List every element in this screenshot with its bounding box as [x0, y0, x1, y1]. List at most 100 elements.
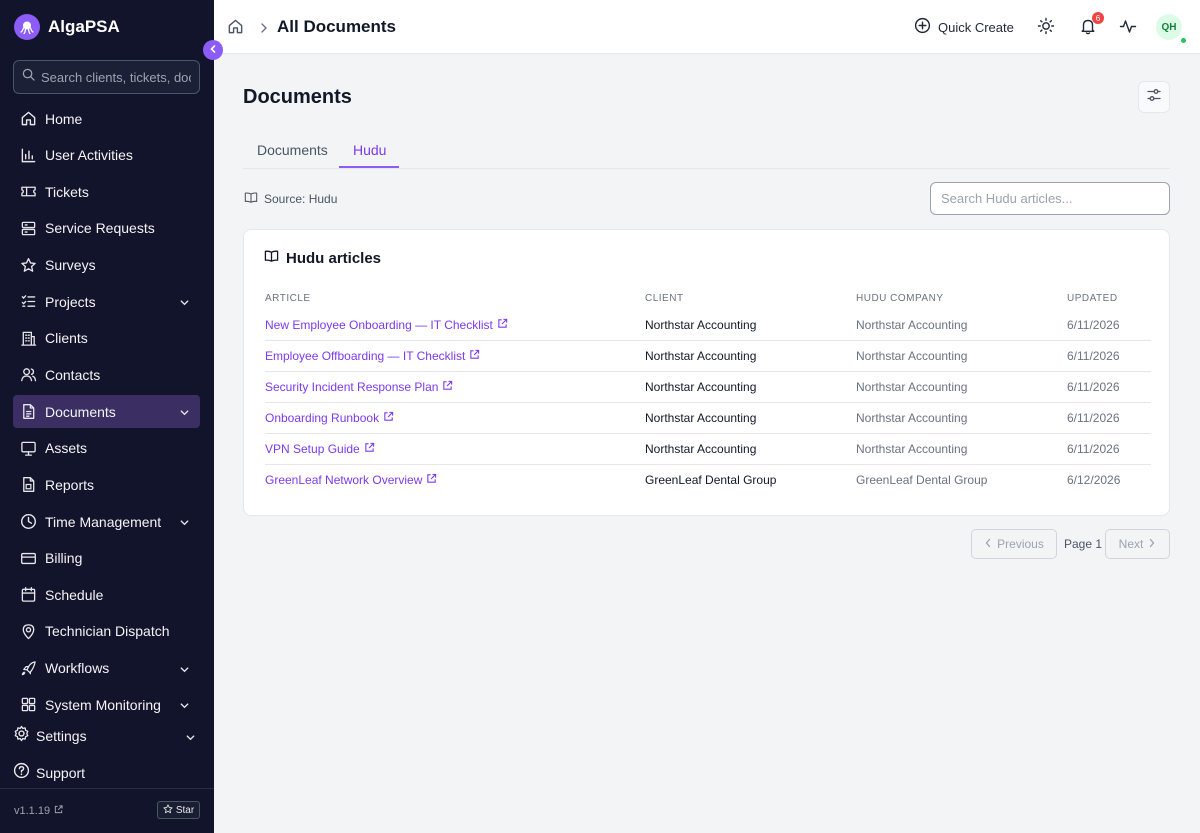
- online-status-dot: [1180, 37, 1187, 44]
- home-icon[interactable]: [227, 18, 244, 40]
- tab-hudu[interactable]: Hudu: [353, 142, 386, 158]
- sidebar-item-label: Service Requests: [45, 220, 155, 237]
- tab-bar: Documents Hudu: [243, 138, 1170, 169]
- brand[interactable]: AlgaPSA: [14, 13, 120, 41]
- book-open-icon: [244, 191, 258, 207]
- chevron-down-icon: [179, 698, 190, 716]
- map-pin-icon: [20, 623, 37, 640]
- sidebar-item-label: Contacts: [45, 366, 101, 383]
- sidebar-search[interactable]: [13, 60, 200, 94]
- service-requests-icon: [20, 220, 37, 237]
- sidebar-item-contacts[interactable]: Contacts: [13, 358, 200, 391]
- sidebar-search-input[interactable]: [41, 69, 191, 85]
- sidebar-item-reports[interactable]: Reports: [13, 468, 200, 501]
- search-icon: [22, 68, 35, 86]
- rocket-icon: [20, 660, 37, 677]
- article-link[interactable]: VPN Setup Guide: [265, 442, 375, 456]
- sidebar-item-billing[interactable]: Billing: [13, 542, 200, 575]
- book-open-icon: [264, 249, 279, 267]
- chevron-down-icon: [179, 405, 190, 423]
- article-title: Employee Offboarding — IT Checklist: [265, 349, 466, 363]
- sidebar-item-label: Clients: [45, 330, 88, 347]
- sidebar-item-label: Schedule: [45, 586, 104, 603]
- client-cell: Northstar Accounting: [645, 411, 757, 425]
- users-icon: [20, 366, 37, 383]
- tab-documents[interactable]: Documents: [257, 142, 328, 158]
- sidebar-footer: v1.1.19 Star: [0, 788, 214, 833]
- external-link-icon: [442, 380, 453, 394]
- list-checks-icon: [20, 293, 37, 310]
- clock-icon: [20, 513, 37, 530]
- chevron-left-icon: [984, 537, 992, 551]
- sidebar-item-service-requests[interactable]: Service Requests: [13, 212, 200, 245]
- chevron-down-icon: [185, 730, 196, 748]
- article-link[interactable]: GreenLeaf Network Overview: [265, 473, 437, 487]
- sidebar-item-clients[interactable]: Clients: [13, 322, 200, 355]
- sidebar-item-label: Billing: [45, 550, 83, 567]
- sidebar-item-projects[interactable]: Projects: [13, 285, 200, 318]
- gear-icon: [13, 725, 30, 747]
- activity-pulse-icon[interactable]: [1119, 17, 1137, 40]
- updated-cell: 6/11/2026: [1067, 349, 1120, 363]
- sidebar-item-workflows[interactable]: Workflows: [13, 652, 200, 685]
- quick-create-button[interactable]: Quick Create: [914, 16, 1014, 38]
- sidebar-item-settings[interactable]: Settings: [13, 724, 200, 748]
- sidebar-item-label: Home: [45, 110, 83, 127]
- article-link[interactable]: New Employee Onboarding — IT Checklist: [265, 318, 508, 332]
- hudu-company-cell: Northstar Accounting: [856, 442, 968, 456]
- table-row: Employee Offboarding — IT Checklist North…: [265, 341, 1151, 372]
- client-cell: GreenLeaf Dental Group: [645, 473, 777, 487]
- home-icon: [20, 110, 37, 127]
- client-cell: Northstar Accounting: [645, 442, 757, 456]
- sidebar-item-surveys[interactable]: Surveys: [13, 249, 200, 282]
- hudu-search-input[interactable]: [930, 182, 1170, 215]
- sidebar-item-label: Technician Dispatch: [45, 623, 170, 640]
- sidebar-item-support[interactable]: Support: [13, 761, 200, 785]
- grid-icon: [20, 696, 37, 713]
- client-cell: Northstar Accounting: [645, 380, 757, 394]
- article-title: GreenLeaf Network Overview: [265, 473, 423, 487]
- sidebar-item-label: User Activities: [45, 147, 133, 164]
- table-row: New Employee Onboarding — IT Checklist No…: [265, 310, 1151, 341]
- star-label: Star: [175, 804, 195, 816]
- sidebar-nav: Home User Activities Tickets Service Reques…: [13, 102, 200, 725]
- sidebar-item-user-activities[interactable]: User Activities: [13, 139, 200, 172]
- view-settings-button[interactable]: [1138, 81, 1170, 113]
- support-label: Support: [36, 765, 86, 781]
- table-row: GreenLeaf Network Overview GreenLeaf Dent…: [265, 465, 1151, 496]
- page-indicator: Page 1: [1064, 537, 1103, 551]
- article-link[interactable]: Onboarding Runbook: [265, 411, 394, 425]
- bar-chart-icon: [20, 147, 37, 164]
- article-title: Security Incident Response Plan: [265, 380, 439, 394]
- sidebar-item-technician-dispatch[interactable]: Technician Dispatch: [13, 615, 200, 648]
- chevron-right-icon: [1148, 537, 1156, 551]
- sidebar-item-schedule[interactable]: Schedule: [13, 578, 200, 611]
- octopus-logo-icon: [14, 14, 40, 40]
- article-title: VPN Setup Guide: [265, 442, 360, 456]
- table-row: Security Incident Response Plan Northstar…: [265, 372, 1151, 403]
- next-page-button[interactable]: Next: [1105, 529, 1170, 559]
- version-link[interactable]: v1.1.19: [14, 805, 63, 817]
- article-link[interactable]: Employee Offboarding — IT Checklist: [265, 349, 480, 363]
- client-cell: Northstar Accounting: [645, 349, 757, 363]
- monitor-icon: [20, 440, 37, 457]
- previous-page-button[interactable]: Previous: [971, 529, 1057, 559]
- avatar[interactable]: QH: [1156, 14, 1182, 40]
- collapse-sidebar-button[interactable]: [203, 40, 223, 60]
- sidebar-item-label: Workflows: [45, 660, 110, 677]
- page-title: Documents: [243, 86, 352, 108]
- sidebar-item-assets[interactable]: Assets: [13, 432, 200, 465]
- sidebar-item-time-management[interactable]: Time Management: [13, 505, 200, 538]
- sidebar-item-documents[interactable]: Documents: [13, 395, 200, 429]
- sidebar-item-tickets[interactable]: Tickets: [13, 175, 200, 208]
- sidebar-item-home[interactable]: Home: [13, 102, 200, 135]
- sidebar-item-system-monitoring[interactable]: System Monitoring: [13, 688, 200, 721]
- theme-toggle-sun-icon[interactable]: [1037, 17, 1055, 40]
- external-link-icon: [469, 349, 480, 363]
- chevron-down-icon: [179, 662, 190, 680]
- article-link[interactable]: Security Incident Response Plan: [265, 380, 453, 394]
- github-star-button[interactable]: Star: [157, 801, 200, 819]
- version-label: v1.1.19: [14, 805, 51, 817]
- previous-label: Previous: [997, 537, 1044, 551]
- external-link-icon: [54, 805, 63, 817]
